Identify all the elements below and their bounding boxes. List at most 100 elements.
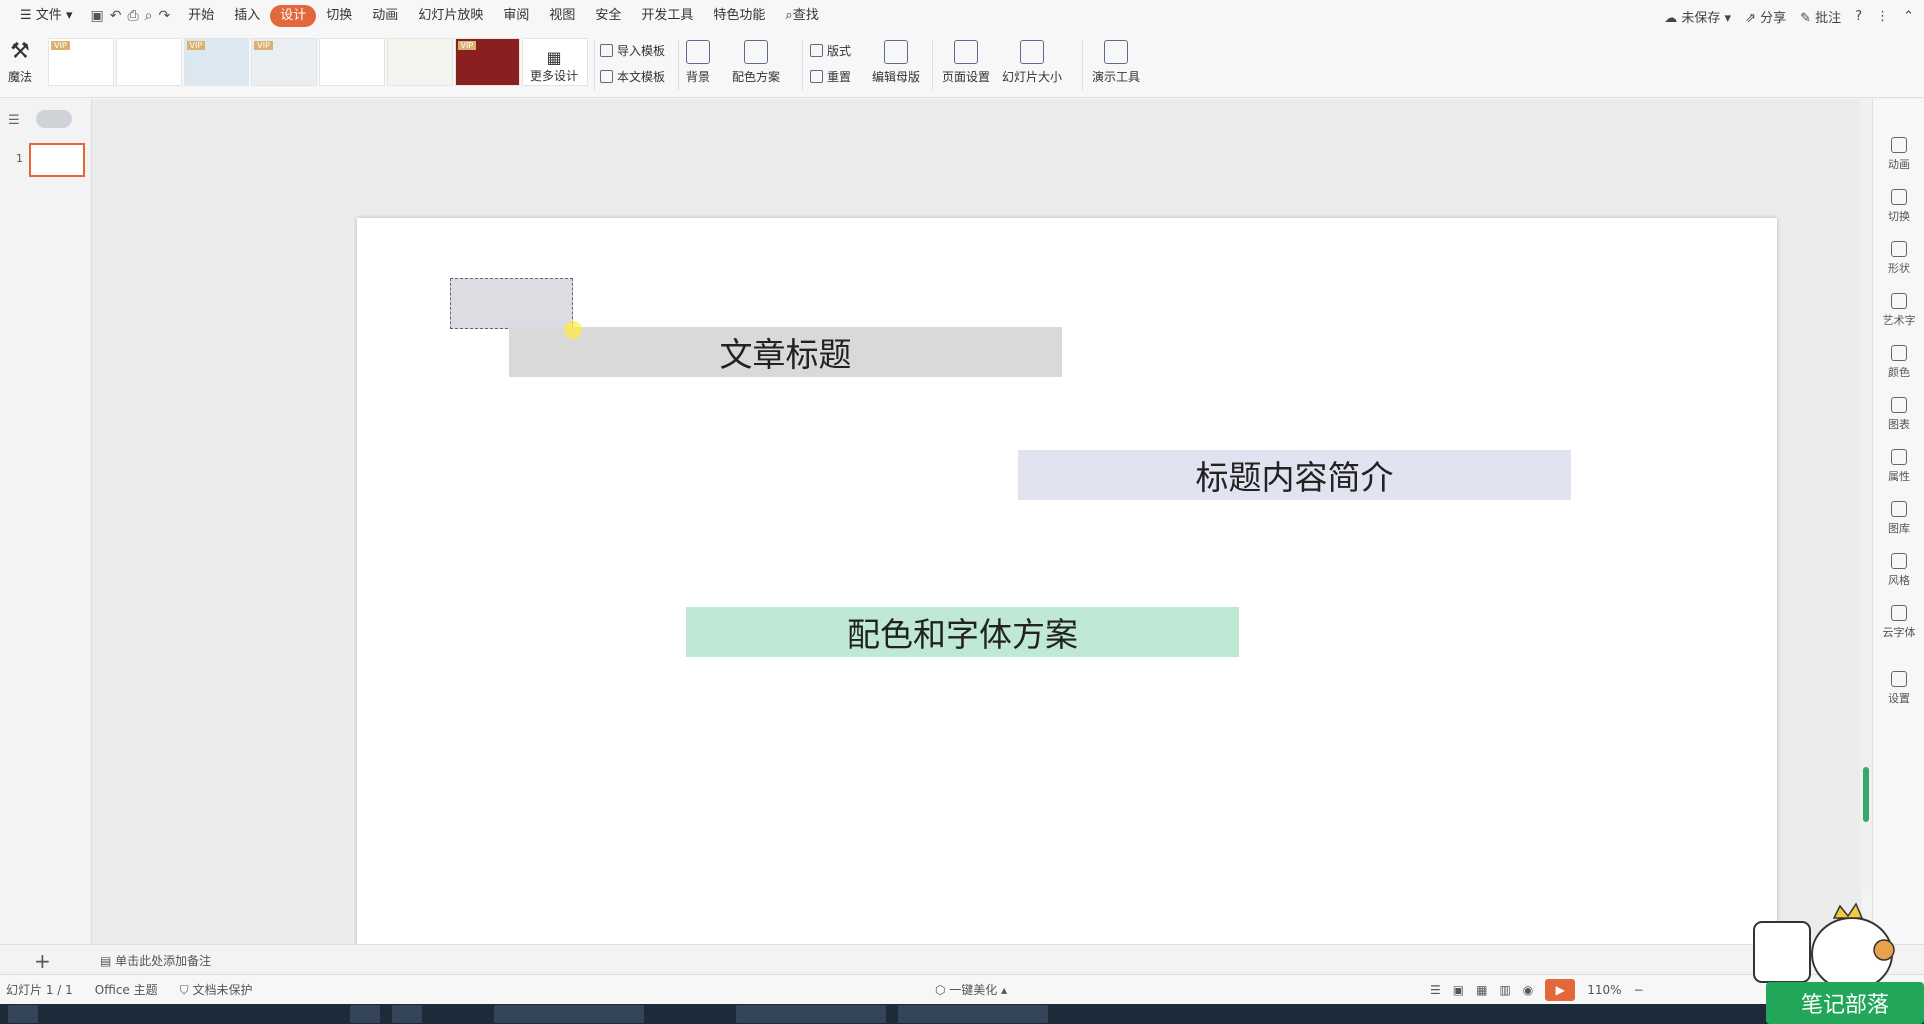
preview-icon[interactable]: ⌕ (145, 8, 153, 24)
sorter-view-icon[interactable]: ▦ (1476, 983, 1487, 997)
template-thumb[interactable] (115, 38, 182, 86)
magic-label: 魔法 (8, 70, 33, 84)
taskbar-app[interactable] (898, 1005, 1048, 1023)
rp-animation[interactable]: 动画 (1873, 137, 1924, 172)
rp-properties[interactable]: 属性 (1873, 449, 1924, 484)
template-icon (600, 70, 613, 83)
rp-shape[interactable]: 形状 (1873, 241, 1924, 276)
vertical-scrollbar[interactable] (1860, 99, 1872, 889)
undo-icon[interactable]: ↶ (110, 8, 122, 24)
help-icon[interactable]: ? (1855, 9, 1862, 24)
rp-cloud-font[interactable]: 云字体 (1873, 605, 1924, 640)
title-box[interactable]: 文章标题 (509, 327, 1062, 377)
comment-button[interactable]: ✎ 批注 (1800, 7, 1841, 26)
quick-access: ▣ ↶ ⎙ ⌕ ↷ (90, 8, 170, 24)
intro-box[interactable]: 标题内容简介 (1018, 450, 1571, 500)
grid-icon: ▦ (546, 48, 562, 67)
presenter-icon (1104, 40, 1128, 64)
taskbar-app[interactable] (736, 1005, 886, 1023)
shield-icon: ⛉ (179, 983, 193, 997)
rp-label: 颜色 (1888, 366, 1910, 379)
edit-master-button[interactable]: 编辑母版 (872, 40, 920, 85)
rp-chart[interactable]: 图表 (1873, 397, 1924, 432)
protection-status[interactable]: ⛉ 文档未保护 (180, 981, 253, 998)
presenter-tools-button[interactable]: 演示工具 (1092, 40, 1140, 85)
slides-view-toggle[interactable] (36, 110, 72, 128)
zoom-out-icon[interactable]: − (1634, 983, 1644, 997)
beautify-label: 一键美化 (949, 983, 998, 997)
tab-features[interactable]: 特色功能 (703, 5, 775, 27)
template-thumb[interactable] (386, 38, 453, 86)
tab-design[interactable]: 设计 (270, 5, 317, 27)
rp-wordart[interactable]: 艺术字 (1873, 293, 1924, 328)
rp-label: 图表 (1888, 418, 1910, 431)
slide-thumbnail[interactable] (29, 143, 85, 177)
tab-home[interactable]: 开始 (178, 5, 224, 27)
tab-slideshow[interactable]: 幻灯片放映 (408, 5, 493, 27)
tab-view[interactable]: 视图 (539, 5, 585, 27)
search-button[interactable]: ⌕查找 (775, 5, 828, 27)
share-button[interactable]: ⇗ 分享 (1745, 7, 1786, 26)
tab-security[interactable]: 安全 (585, 5, 631, 27)
layout-button[interactable]: 版式 (810, 42, 851, 59)
tab-review[interactable]: 审阅 (493, 5, 539, 27)
template-thumb[interactable]: VIP (48, 38, 114, 86)
slide-size-button[interactable]: 幻灯片大小 (1002, 40, 1062, 85)
unsaved-button[interactable]: ☁ 未保存 ▾ (1664, 7, 1731, 26)
intro-text: 标题内容简介 (1195, 458, 1394, 497)
rp-transition[interactable]: 切换 (1873, 189, 1924, 224)
rp-color[interactable]: 颜色 (1873, 345, 1924, 380)
reset-button[interactable]: 重置 (810, 68, 851, 85)
zoom-level[interactable]: 110% (1587, 983, 1621, 997)
outline-icon[interactable]: ☰ (8, 113, 20, 128)
more-icon[interactable]: ⋮ (1876, 9, 1889, 24)
print-icon[interactable]: ⎙ (127, 8, 138, 24)
tab-developer[interactable]: 开发工具 (631, 5, 703, 27)
page-setup-button[interactable]: 页面设置 (942, 40, 990, 85)
scroll-thumb[interactable] (1863, 767, 1869, 822)
scheme-box[interactable]: 配色和字体方案 (686, 607, 1239, 657)
page-setup-icon (954, 40, 978, 64)
magic-button[interactable]: ⚒ 魔法 (8, 40, 32, 85)
taskbar-app[interactable] (8, 1005, 38, 1023)
reading-view-icon[interactable]: ▥ (1499, 983, 1510, 997)
tab-transition[interactable]: 切换 (316, 5, 362, 27)
template-thumb[interactable] (319, 38, 385, 86)
reset-icon (810, 70, 823, 83)
more-design-button[interactable]: ▦ 更多设计 (530, 48, 578, 84)
background-button[interactable]: 背景 (686, 40, 710, 85)
import-template-button[interactable]: 导入模板 (600, 42, 665, 59)
collapse-icon[interactable]: ⌃ (1903, 9, 1914, 24)
slide-size-label: 幻灯片大小 (1002, 70, 1063, 84)
taskbar-app[interactable] (494, 1005, 644, 1023)
rp-gallery[interactable]: 图库 (1873, 501, 1924, 536)
wordart-icon (1891, 293, 1907, 309)
camera-icon[interactable]: ◉ (1523, 983, 1533, 997)
rp-style[interactable]: 风格 (1873, 553, 1924, 588)
selected-shape[interactable] (450, 278, 573, 329)
template-thumb[interactable]: VIP (454, 38, 521, 86)
color-scheme-button[interactable]: 配色方案 (732, 40, 780, 85)
template-thumb[interactable]: VIP (183, 38, 250, 86)
taskbar-app[interactable] (392, 1005, 422, 1023)
beautify-button[interactable]: ⬡ 一键美化 ▴ (935, 981, 1007, 998)
add-slide-icon[interactable]: + (34, 949, 51, 973)
template-thumb[interactable]: VIP (251, 38, 317, 86)
view-controls: ☰ ▣ ▦ ▥ ◉ ▶ 110% − (1430, 978, 1644, 1001)
this-template-button[interactable]: 本文模板 (600, 68, 665, 85)
rp-settings[interactable]: 设置 (1873, 671, 1924, 706)
file-menu[interactable]: ☰ 文件 ▾ (10, 5, 82, 27)
notes-toggle-icon[interactable]: ☰ (1430, 983, 1441, 997)
slide[interactable]: 文章标题 标题内容简介 配色和字体方案 (357, 218, 1777, 1018)
page-setup-label: 页面设置 (942, 70, 991, 84)
redo-icon[interactable]: ↷ (159, 8, 171, 24)
tab-animation[interactable]: 动画 (362, 5, 408, 27)
file-menu-label: 文件 (35, 8, 62, 23)
save-icon[interactable]: ▣ (90, 8, 103, 24)
tab-insert[interactable]: 插入 (224, 5, 270, 27)
presenter-tools-label: 演示工具 (1092, 70, 1141, 84)
notes-field[interactable]: ▤ 单击此处添加备注 (100, 952, 211, 969)
normal-view-icon[interactable]: ▣ (1453, 983, 1464, 997)
play-button[interactable]: ▶ (1545, 978, 1576, 1001)
taskbar-app[interactable] (350, 1005, 380, 1023)
